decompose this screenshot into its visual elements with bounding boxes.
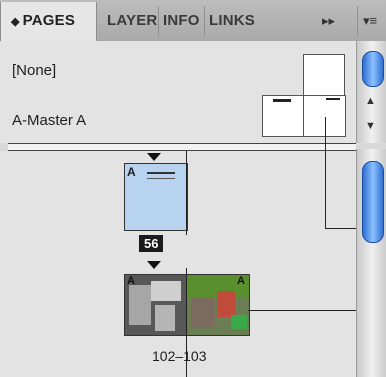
- master-prefix-label: A: [127, 275, 135, 287]
- pages-section: A 56 A A 102–103: [0, 151, 356, 377]
- masters-section: [None] A-Master A: [0, 41, 356, 143]
- page-art-block: [231, 315, 247, 329]
- page-art-block: [217, 291, 235, 317]
- scroll-thumb[interactable]: [362, 51, 384, 87]
- tab-links-label: LINKS: [209, 12, 255, 29]
- scroll-up-arrow-icon[interactable]: ▲: [365, 95, 376, 107]
- pages-panel: ◆PAGES LAYERS INFO LINKS ▸▸ ▾≡ [None] A-…: [0, 0, 386, 377]
- master-none-thumbnail[interactable]: [303, 54, 345, 96]
- tab-layers[interactable]: LAYERS: [107, 2, 157, 40]
- spread-fold: [303, 96, 304, 136]
- current-page-marker-icon: [147, 153, 161, 161]
- tab-separator: [158, 6, 159, 36]
- scroll-thumb[interactable]: [362, 161, 384, 243]
- tab-strip: ◆PAGES LAYERS INFO LINKS ▸▸ ▾≡: [0, 0, 386, 42]
- pages-scrollbar[interactable]: [356, 149, 386, 377]
- master-none-label[interactable]: [None]: [12, 62, 56, 79]
- tab-info-label: INFO: [163, 12, 200, 29]
- tab-layers-label: LAYERS: [107, 12, 157, 29]
- tab-pages-label: PAGES: [22, 12, 76, 29]
- page-thumbnail-56[interactable]: A: [124, 163, 188, 231]
- spread-thumbnail-102-103[interactable]: A A: [124, 274, 250, 336]
- thumbnail-text-mark: [147, 172, 175, 179]
- page-art-block: [129, 285, 151, 325]
- page-number-badge: 56: [139, 235, 164, 252]
- page-art-block: [151, 281, 181, 301]
- master-a-thumbnail[interactable]: [262, 95, 346, 137]
- section-divider[interactable]: [8, 143, 356, 151]
- thumbnail-text-mark: [326, 98, 340, 100]
- expand-panel-icon[interactable]: ▸▸: [322, 2, 335, 40]
- spread-page-range-label: 102–103: [152, 348, 207, 364]
- master-prefix-label: A: [127, 165, 136, 179]
- callout-line: [325, 117, 326, 228]
- master-prefix-label: A: [237, 275, 245, 287]
- tab-info[interactable]: INFO: [163, 2, 203, 40]
- panel-menu-icon[interactable]: ▾≡: [363, 2, 377, 40]
- collapse-arrow-icon[interactable]: ◆: [11, 16, 20, 28]
- tab-separator: [204, 6, 205, 36]
- tab-pages[interactable]: ◆ PAGES: [0, 2, 97, 42]
- page-edge-line: [186, 151, 187, 235]
- current-page-marker-icon: [147, 261, 161, 269]
- thumbnail-text-mark: [273, 99, 291, 102]
- master-a-label[interactable]: A-Master A: [12, 112, 86, 129]
- page-art-block: [191, 297, 215, 327]
- scroll-down-arrow-icon[interactable]: ▼: [365, 120, 376, 132]
- page-art-block: [155, 305, 175, 331]
- tab-links[interactable]: LINKS: [209, 2, 269, 40]
- tab-separator: [357, 6, 358, 36]
- masters-scrollbar[interactable]: ▲ ▼: [356, 41, 386, 143]
